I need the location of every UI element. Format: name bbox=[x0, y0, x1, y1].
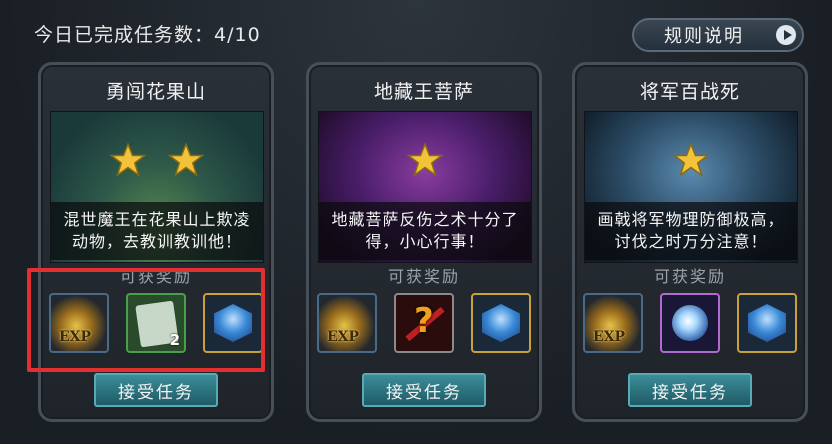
energy-orb-icon[interactable] bbox=[660, 293, 720, 353]
difficulty-stars bbox=[585, 142, 797, 178]
reward-highlight-box bbox=[27, 268, 265, 372]
star-icon bbox=[672, 142, 710, 177]
quest-scene-image: 画戟将军物理防御极高， 讨伐之时万分注意！ bbox=[584, 111, 798, 263]
reward-title: 可获奖励 bbox=[653, 267, 726, 286]
quest-description: 混世魔王在花果山上欺凌 动物，去教训教训他！ bbox=[51, 202, 263, 260]
mystery-item-icon[interactable]: ? bbox=[394, 293, 454, 353]
quest-scene-image: 地藏菩萨反伤之术十分了 得，小心行事！ bbox=[318, 111, 532, 263]
quest-description-line: 讨伐之时万分注意！ bbox=[614, 232, 768, 251]
reward-title: 可获奖励 bbox=[387, 267, 460, 286]
quest-description-line: 画戟将军物理防御极高， bbox=[597, 210, 785, 229]
star-icon bbox=[406, 142, 444, 177]
rules-button[interactable]: 规则说明 bbox=[632, 18, 804, 52]
accept-quest-button[interactable]: 接受任务 bbox=[362, 373, 486, 407]
question-mark: ? bbox=[414, 301, 434, 341]
star-icon bbox=[109, 142, 147, 177]
quest-description: 地藏菩萨反伤之术十分了 得，小心行事！ bbox=[319, 202, 531, 260]
quest-description-line: 动物，去教训教训他！ bbox=[71, 232, 242, 251]
quest-description-line: 混世魔王在花果山上欺凌 bbox=[63, 210, 251, 229]
quest-card-2: 地藏王菩萨 地藏菩萨反伤之术十分了 得，小心行事！ 可获奖励 EXP ? 接受任… bbox=[306, 62, 542, 422]
reward-list: EXP bbox=[583, 293, 797, 353]
quest-card-3: 将军百战死 画戟将军物理防御极高， 讨伐之时万分注意！ 可获奖励 EXP 接受任… bbox=[572, 62, 808, 422]
exp-icon[interactable]: EXP bbox=[583, 293, 643, 353]
rules-button-label: 规则说明 bbox=[664, 26, 744, 47]
daily-progress-text: 今日已完成任务数：4/10 bbox=[34, 24, 261, 46]
accept-quest-button[interactable]: 接受任务 bbox=[94, 373, 218, 407]
exp-label: EXP bbox=[593, 329, 626, 345]
quest-description-line: 得，小心行事！ bbox=[365, 232, 485, 251]
quest-description: 画戟将军物理防御极高， 讨伐之时万分注意！ bbox=[585, 202, 797, 260]
reward-list: EXP ? bbox=[317, 293, 531, 353]
quest-scene-image: 混世魔王在花果山上欺凌 动物，去教训教训他！ bbox=[50, 111, 264, 263]
accept-quest-button[interactable]: 接受任务 bbox=[628, 373, 752, 407]
star-icon bbox=[167, 142, 205, 177]
play-arrow-icon bbox=[776, 25, 796, 45]
quest-description-line: 地藏菩萨反伤之术十分了 bbox=[331, 210, 519, 229]
difficulty-stars bbox=[319, 142, 531, 178]
quest-title: 地藏王菩萨 bbox=[373, 81, 474, 103]
difficulty-stars bbox=[51, 142, 263, 178]
blue-gem-icon[interactable] bbox=[471, 293, 531, 353]
quest-title: 将军百战死 bbox=[639, 81, 740, 103]
exp-icon[interactable]: EXP bbox=[317, 293, 377, 353]
quest-title: 勇闯花果山 bbox=[105, 81, 206, 103]
blue-gem-icon[interactable] bbox=[737, 293, 797, 353]
exp-label: EXP bbox=[327, 329, 360, 345]
